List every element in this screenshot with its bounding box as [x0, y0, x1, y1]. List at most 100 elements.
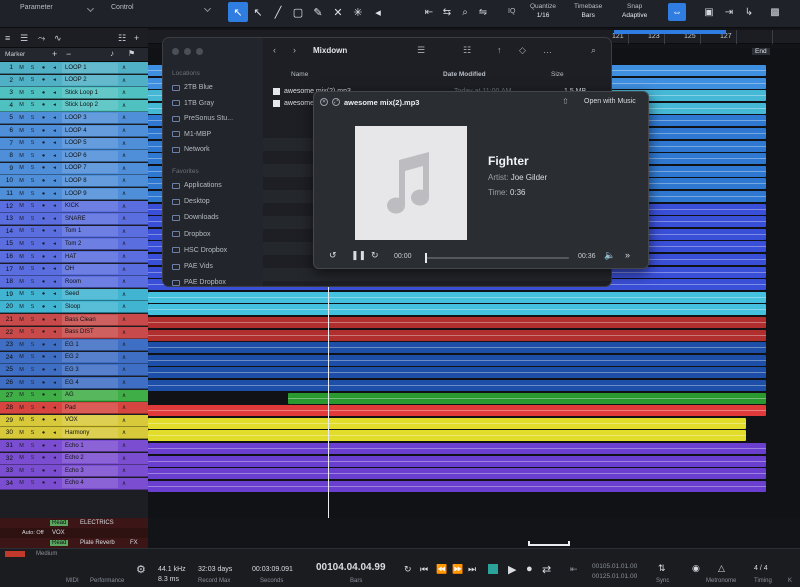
track-header-row[interactable]: 4 M S ● ◂ Stick Loop 2 ∧ — [0, 99, 148, 112]
monitor-button[interactable]: ◂ — [49, 392, 60, 398]
monitor-button[interactable]: ◂ — [49, 90, 60, 96]
record-arm-button[interactable]: ● — [38, 279, 49, 285]
timebase-control[interactable]: Timebase Bars — [574, 2, 602, 20]
track-header-row[interactable]: 33 M S ● ◂ Echo 3 ∧ — [0, 465, 148, 478]
solo-button[interactable]: S — [27, 392, 38, 398]
mute-button[interactable]: M — [16, 90, 27, 96]
record-arm-button[interactable]: ● — [38, 65, 49, 71]
audio-clip[interactable] — [148, 291, 766, 303]
solo-button[interactable]: S — [27, 417, 38, 423]
audio-clip[interactable] — [148, 329, 766, 341]
mute-button[interactable]: M — [16, 443, 27, 449]
record-arm-button[interactable]: ● — [38, 443, 49, 449]
automation-icon[interactable]: ∧ — [118, 152, 130, 159]
location-item[interactable]: 1TB Gray — [172, 100, 214, 107]
monitor-button[interactable]: ◂ — [49, 77, 60, 83]
automation-icon[interactable]: ∧ — [118, 291, 130, 298]
forward-end-icon[interactable]: ⏭ — [468, 564, 476, 575]
fx-row-vox[interactable]: Auto: Off VOX — [0, 528, 148, 538]
airplay-icon[interactable]: » — [625, 250, 630, 260]
sync-icon[interactable]: ⇅ — [658, 563, 666, 574]
location-item[interactable]: M1-MBP — [172, 131, 211, 138]
monitor-button[interactable]: ◂ — [49, 228, 60, 234]
track-header-row[interactable]: 25 M S ● ◂ EG 3 ∧ — [0, 364, 148, 377]
end-marker[interactable]: End — [752, 48, 770, 55]
monitor-button[interactable]: ◂ — [49, 468, 60, 474]
track-header-row[interactable]: 29 M S ● ◂ VOX ∧ — [0, 414, 148, 427]
record-arm-button[interactable]: ● — [38, 90, 49, 96]
monitor-button[interactable]: ◂ — [49, 115, 60, 121]
mute-button[interactable]: M — [16, 140, 27, 146]
record-arm-button[interactable]: ● — [38, 153, 49, 159]
record-arm-button[interactable]: ● — [38, 140, 49, 146]
automation-icon[interactable]: ∧ — [118, 190, 130, 197]
solo-button[interactable]: S — [27, 304, 38, 310]
track-lane[interactable] — [148, 480, 800, 492]
solo-button[interactable]: S — [27, 291, 38, 297]
marker-track-row[interactable]: Marker + − ♪ ⚑ — [0, 48, 148, 62]
zoom-window-icon[interactable] — [196, 48, 203, 55]
automation-icon[interactable]: ∧ — [118, 316, 130, 323]
precount-icon[interactable]: ◉ — [692, 563, 700, 574]
track-header-row[interactable]: 26 M S ● ◂ EG 4 ∧ — [0, 377, 148, 389]
record-arm-button[interactable]: ● — [38, 455, 49, 461]
automation-icon[interactable]: ∧ — [118, 429, 130, 436]
close-icon[interactable]: ✕ — [320, 98, 328, 106]
automation-icon[interactable]: ∧ — [118, 404, 130, 411]
automation-icon[interactable]: ∧ — [118, 417, 130, 424]
menu-icon[interactable]: ≡ — [5, 33, 10, 43]
track-header-row[interactable]: 27 M S ● ◂ AG ∧ — [0, 389, 148, 402]
track-header-row[interactable]: 19 M S ● ◂ Seed ∧ — [0, 288, 148, 301]
audio-clip[interactable] — [148, 430, 746, 442]
more-icon[interactable]: … — [543, 45, 552, 55]
monitor-button[interactable]: ◂ — [49, 279, 60, 285]
location-item[interactable]: Network — [172, 146, 210, 153]
mute-button[interactable]: M — [16, 65, 27, 71]
share-icon[interactable]: ↑ — [497, 45, 502, 55]
track-header-row[interactable]: 6 M S ● ◂ LOOP 4 ∧ — [0, 125, 148, 137]
automation-icon[interactable]: ∧ — [118, 442, 130, 449]
follow-icon[interactable]: ⇥ — [720, 3, 738, 21]
track-header-row[interactable]: 32 M S ● ◂ Echo 2 ∧ — [0, 452, 148, 465]
solo-button[interactable]: S — [27, 480, 38, 486]
record-arm-button[interactable]: ● — [38, 367, 49, 373]
medium-label[interactable]: Medium — [36, 551, 57, 557]
favorite-item[interactable]: PAE Dropbox — [172, 279, 226, 286]
loop-start-icon[interactable]: ⇤ — [570, 564, 578, 575]
track-header-row[interactable]: 12 M S ● ◂ KICK ∧ — [0, 200, 148, 213]
favorite-item[interactable]: Dropbox — [172, 231, 210, 238]
solo-button[interactable]: S — [27, 342, 38, 348]
monitor-button[interactable]: ◂ — [49, 304, 60, 310]
automation-icon[interactable]: ∧ — [118, 480, 130, 487]
audio-clip[interactable] — [148, 304, 766, 316]
monitor-button[interactable]: ◂ — [49, 102, 60, 108]
record-icon[interactable]: ● — [526, 563, 533, 575]
record-arm-button[interactable]: ● — [38, 417, 49, 423]
monitor-button[interactable]: ◂ — [49, 178, 60, 184]
autoscroll-icon[interactable]: ▣ — [700, 3, 718, 21]
mute-button[interactable]: M — [16, 165, 27, 171]
monitor-button[interactable]: ◂ — [49, 153, 60, 159]
scroll-indicator[interactable] — [528, 541, 570, 546]
automation-icon[interactable]: ∧ — [118, 64, 130, 71]
bars-position[interactable]: 00104.04.04.99 — [316, 562, 386, 573]
scrub-knob[interactable] — [425, 253, 427, 263]
favorite-item[interactable]: Applications — [172, 182, 222, 189]
loop-start[interactable]: 00105.01.01.00 — [592, 563, 637, 570]
grid-icon[interactable]: ☷ — [118, 33, 126, 44]
automation-icon[interactable]: ∧ — [118, 341, 130, 348]
mute-button[interactable]: M — [16, 128, 27, 134]
add-track-icon[interactable]: + — [134, 33, 139, 43]
monitor-button[interactable]: ◂ — [49, 254, 60, 260]
mute-button[interactable]: M — [16, 279, 27, 285]
mute-button[interactable]: M — [16, 367, 27, 373]
monitor-button[interactable]: ◂ — [49, 165, 60, 171]
track-header-row[interactable]: 7 M S ● ◂ LOOP 5 ∧ — [0, 137, 148, 150]
parameter-chevron-icon[interactable] — [86, 4, 95, 13]
automation-icon[interactable]: ∧ — [118, 379, 130, 386]
loop-range-bar[interactable] — [614, 30, 726, 34]
forward-icon[interactable]: ⏩ — [452, 564, 463, 575]
record-arm-button[interactable]: ● — [38, 254, 49, 260]
mute-button[interactable]: M — [16, 77, 27, 83]
record-arm-button[interactable]: ● — [38, 115, 49, 121]
